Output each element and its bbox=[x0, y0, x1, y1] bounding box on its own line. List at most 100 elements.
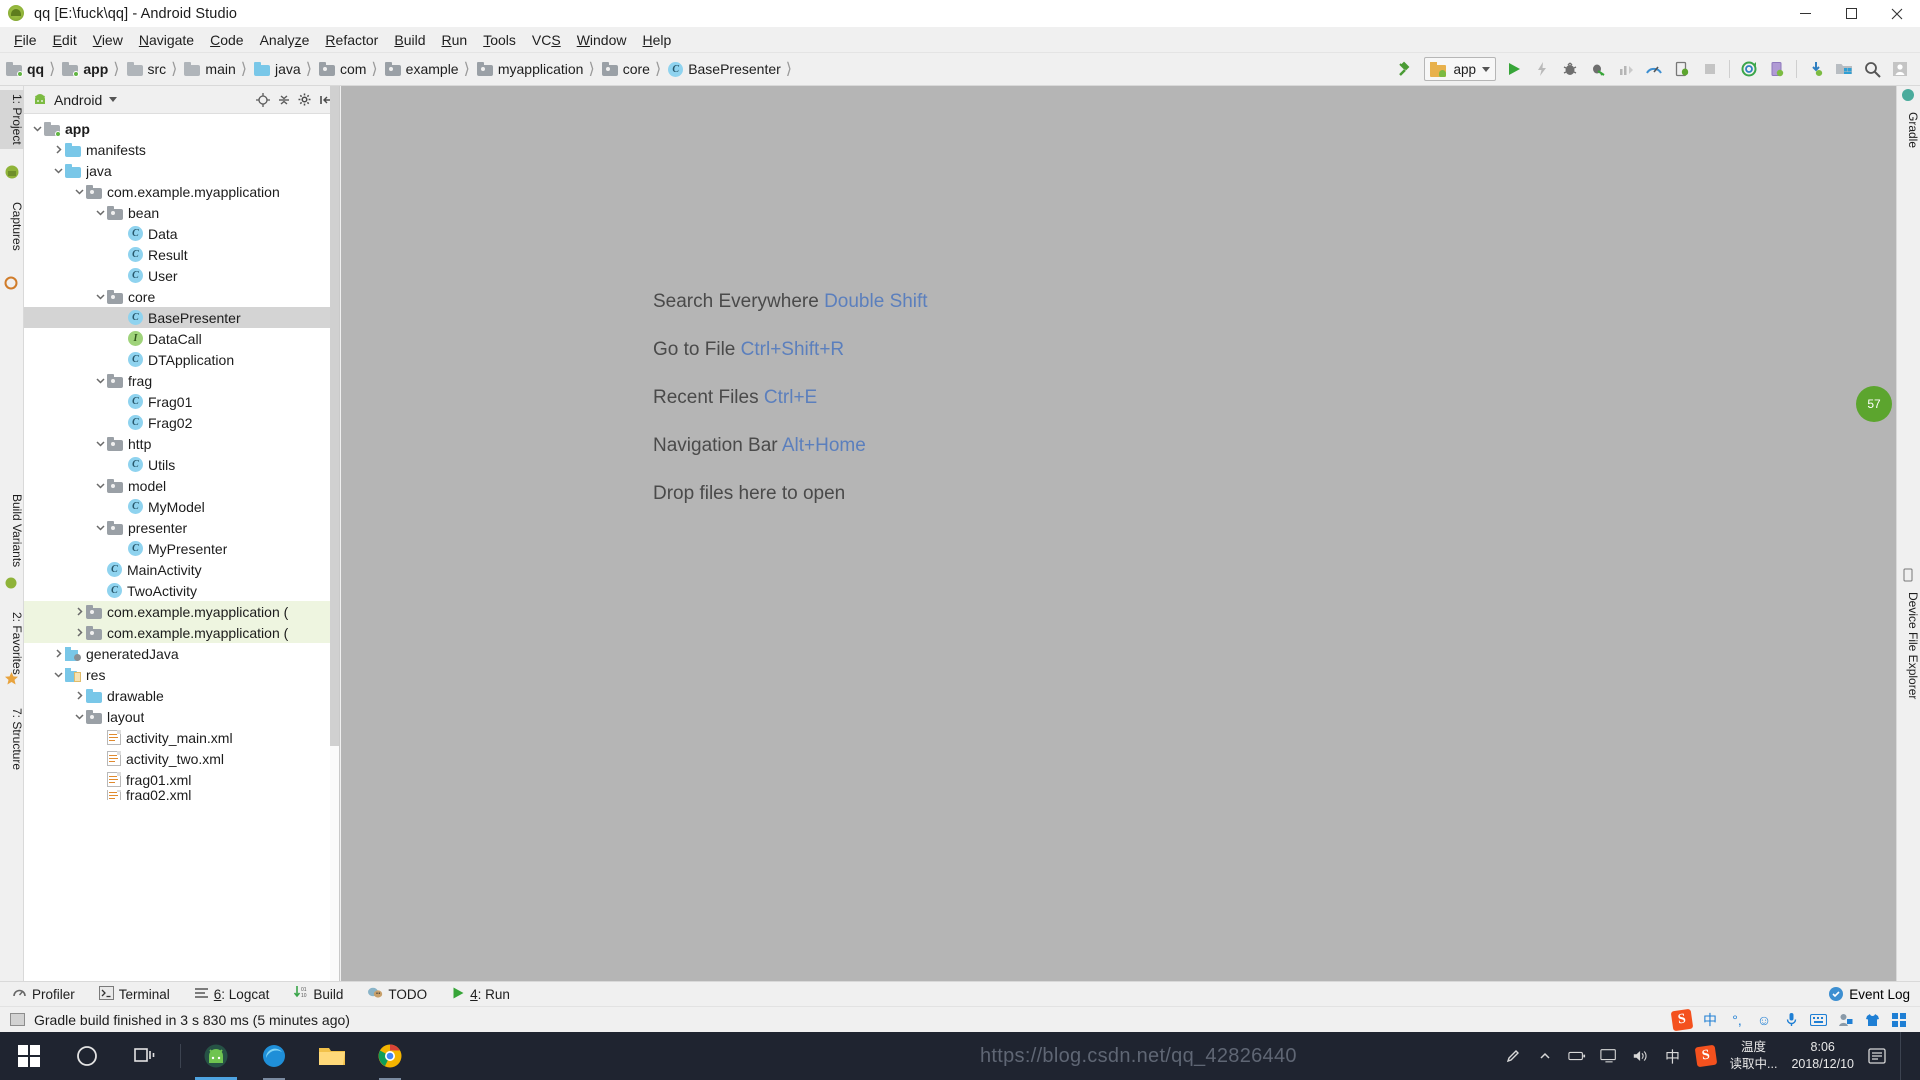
menu-run[interactable]: Run bbox=[434, 29, 476, 51]
menu-file[interactable]: FFileile bbox=[6, 29, 45, 51]
sidebar-item-device-file-explorer[interactable]: Device File Explorer bbox=[1896, 588, 1920, 703]
tree-row[interactable]: C Result bbox=[24, 244, 339, 265]
tree-row[interactable]: I DataCall bbox=[24, 328, 339, 349]
chevron-down-icon[interactable] bbox=[109, 97, 118, 102]
menu-vcs[interactable]: VCS bbox=[524, 29, 569, 51]
tool-window-build[interactable]: 01 10 Build bbox=[281, 982, 355, 1007]
taskbar-clock[interactable]: 8:06 2018/12/10 bbox=[1791, 1039, 1854, 1073]
project-structure-icon[interactable] bbox=[1830, 56, 1858, 82]
tool-window-terminal[interactable]: Terminal bbox=[87, 982, 182, 1007]
inspection-badge[interactable]: 57 bbox=[1856, 386, 1892, 422]
device-debug-icon[interactable] bbox=[1668, 56, 1696, 82]
chevron-down-icon[interactable] bbox=[93, 206, 107, 220]
chevron-down-icon[interactable] bbox=[93, 374, 107, 388]
user-account-icon[interactable] bbox=[1886, 56, 1914, 82]
sogou-ime-icon[interactable]: S bbox=[1670, 1008, 1694, 1031]
breadcrumb-myapplication[interactable]: myapplication bbox=[471, 59, 588, 79]
settings-gear-icon[interactable] bbox=[296, 91, 314, 109]
tree-row[interactable]: activity_two.xml bbox=[24, 748, 339, 769]
sidebar-item-structure[interactable]: 7: Structure bbox=[0, 704, 24, 774]
run-icon[interactable] bbox=[1500, 56, 1528, 82]
memory-indicator-icon[interactable] bbox=[10, 1013, 25, 1026]
ime-voice-icon[interactable] bbox=[1782, 1011, 1800, 1029]
ime-skin-icon[interactable] bbox=[1863, 1011, 1881, 1029]
tree-row[interactable]: frag02.xml bbox=[24, 790, 339, 800]
apply-changes-icon[interactable] bbox=[1528, 56, 1556, 82]
debug-icon[interactable] bbox=[1556, 56, 1584, 82]
tree-row[interactable]: C BasePresenter bbox=[24, 307, 339, 328]
scroll-from-source-icon[interactable] bbox=[254, 91, 272, 109]
tree-row[interactable]: app bbox=[24, 118, 339, 139]
menu-view[interactable]: View bbox=[85, 29, 131, 51]
battery-tray-icon[interactable] bbox=[1567, 1047, 1586, 1065]
tool-window-todo[interactable]: TODO bbox=[355, 982, 439, 1007]
search-icon[interactable] bbox=[1858, 56, 1886, 82]
file-explorer-taskbar-icon[interactable] bbox=[303, 1032, 361, 1080]
chevron-right-icon[interactable] bbox=[51, 647, 65, 661]
android-studio-taskbar-icon[interactable] bbox=[187, 1032, 245, 1080]
tree-row[interactable]: C Utils bbox=[24, 454, 339, 475]
pen-tray-icon[interactable] bbox=[1504, 1047, 1522, 1065]
run-configuration-selector[interactable]: app bbox=[1424, 57, 1496, 81]
volume-tray-icon[interactable] bbox=[1632, 1047, 1650, 1065]
chevron-right-icon[interactable] bbox=[51, 143, 65, 157]
sidebar-item-favorites[interactable]: 2: Favorites bbox=[0, 608, 24, 679]
tree-row[interactable]: C User bbox=[24, 265, 339, 286]
chevron-up-tray-icon[interactable] bbox=[1536, 1047, 1554, 1065]
sidebar-item-gradle[interactable]: Gradle bbox=[1896, 108, 1920, 152]
tree-row[interactable]: drawable bbox=[24, 685, 339, 706]
run-with-coverage-icon[interactable] bbox=[1584, 56, 1612, 82]
tree-row[interactable]: C Frag02 bbox=[24, 412, 339, 433]
chevron-down-icon[interactable] bbox=[72, 185, 86, 199]
menu-build[interactable]: Build bbox=[386, 29, 433, 51]
tree-row[interactable]: layout bbox=[24, 706, 339, 727]
action-center-icon[interactable] bbox=[1868, 1047, 1886, 1065]
chevron-down-icon[interactable] bbox=[72, 710, 86, 724]
tree-row[interactable]: C MyModel bbox=[24, 496, 339, 517]
cortana-circle-icon[interactable] bbox=[58, 1032, 116, 1080]
tree-row[interactable]: core bbox=[24, 286, 339, 307]
tool-window-profiler[interactable]: Profiler bbox=[0, 982, 87, 1007]
menu-window[interactable]: Window bbox=[569, 29, 635, 51]
menu-navigate[interactable]: Navigate bbox=[131, 29, 202, 51]
breadcrumb-qq[interactable]: qq bbox=[0, 59, 48, 79]
sidebar-item-captures[interactable]: Captures bbox=[0, 198, 24, 255]
tree-row[interactable]: manifests bbox=[24, 139, 339, 160]
menu-code[interactable]: Code bbox=[202, 29, 251, 51]
sidebar-item-project[interactable]: 1: Project bbox=[0, 90, 24, 149]
monitor-tray-icon[interactable] bbox=[1599, 1047, 1618, 1065]
weather-widget[interactable]: 温度 读取中... bbox=[1730, 1039, 1778, 1073]
browser-taskbar-icon[interactable] bbox=[245, 1032, 303, 1080]
chevron-right-icon[interactable] bbox=[72, 689, 86, 703]
ime-chinese-icon[interactable]: 中 bbox=[1701, 1011, 1719, 1029]
tree-row[interactable]: frag01.xml bbox=[24, 769, 339, 790]
stop-icon[interactable] bbox=[1696, 56, 1724, 82]
maximize-button[interactable] bbox=[1828, 0, 1874, 27]
profiler-icon[interactable] bbox=[1612, 56, 1640, 82]
chevron-down-icon[interactable] bbox=[93, 437, 107, 451]
breadcrumb-app[interactable]: app bbox=[56, 59, 112, 79]
task-view-icon[interactable] bbox=[116, 1032, 174, 1080]
breadcrumb-main[interactable]: main bbox=[178, 59, 239, 79]
chevron-down-icon[interactable] bbox=[93, 521, 107, 535]
tree-row[interactable]: frag bbox=[24, 370, 339, 391]
menu-tools[interactable]: Tools bbox=[475, 29, 524, 51]
tree-row[interactable]: C MyPresenter bbox=[24, 538, 339, 559]
tool-window-run[interactable]: 4: Run bbox=[439, 982, 522, 1007]
chevron-down-icon[interactable] bbox=[51, 164, 65, 178]
chevron-right-icon[interactable] bbox=[72, 605, 86, 619]
tree-row[interactable]: com.example.myapplication ( bbox=[24, 601, 339, 622]
tree-row[interactable]: C DTApplication bbox=[24, 349, 339, 370]
tree-row[interactable]: res bbox=[24, 664, 339, 685]
sogou-tray-icon[interactable]: S bbox=[1694, 1044, 1717, 1068]
tree-row[interactable]: http bbox=[24, 433, 339, 454]
breadcrumb-core[interactable]: core bbox=[596, 59, 654, 79]
ime-emoji-icon[interactable]: ☺ bbox=[1755, 1011, 1773, 1029]
tree-row[interactable]: model bbox=[24, 475, 339, 496]
tree-row[interactable]: com.example.myapplication bbox=[24, 181, 339, 202]
sync-gradle-icon[interactable] bbox=[1735, 56, 1763, 82]
breadcrumb-src[interactable]: src bbox=[121, 59, 171, 79]
ime-toolbox-icon[interactable] bbox=[1890, 1011, 1908, 1029]
windows-start-icon[interactable] bbox=[0, 1032, 58, 1080]
ime-keyboard-icon[interactable] bbox=[1809, 1011, 1827, 1029]
